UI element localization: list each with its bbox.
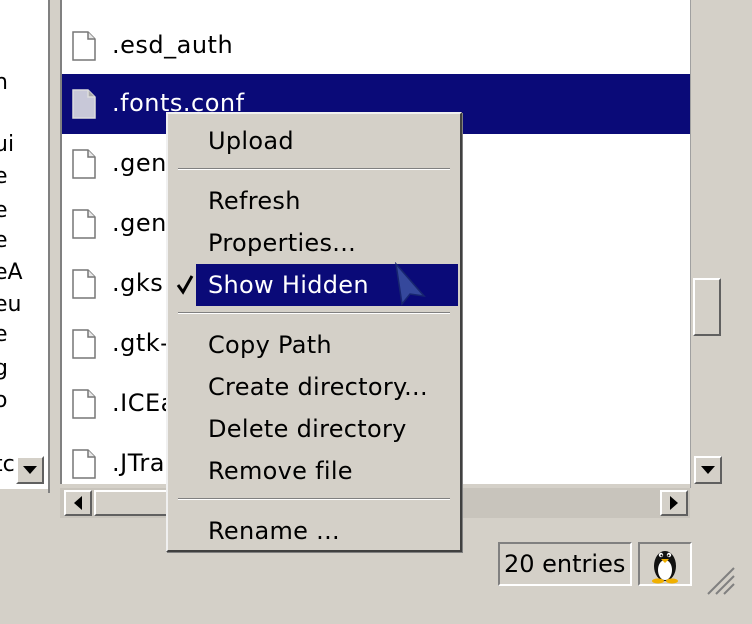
left-panel-text: ui [0,132,15,157]
menu-item-remove-file[interactable]: Remove file [196,450,458,492]
left-panel-text: e [0,324,8,346]
menu-item-label: Copy Path [208,331,332,359]
menu-separator [178,498,450,500]
scroll-left-button[interactable] [64,490,92,516]
left-scroll-down-button[interactable] [16,456,44,484]
menu-separator [178,312,450,314]
left-panel-text: g [0,358,8,380]
left-horizontal-scrollbar[interactable] [0,488,48,519]
vertical-scrollbar[interactable] [690,0,725,488]
menu-item-rename[interactable]: Rename ... [196,510,458,552]
scroll-down-button[interactable] [694,456,722,484]
file-icon [72,389,96,419]
left-panel-text: n [0,72,8,94]
checkmark-icon [176,275,194,295]
menu-item-copy-path[interactable]: Copy Path [196,324,458,366]
file-name: .gtk- [112,329,170,357]
left-file-panel[interactable]: n e ui e e eA eu e g o tc [0,0,50,493]
menu-item-delete-directory[interactable]: Delete directory [196,408,458,450]
file-icon [72,269,96,299]
menu-separator [178,168,450,170]
left-panel-text: eu [0,292,22,317]
file-name: .esd_auth [112,31,234,59]
tux-penguin-icon [652,551,678,584]
horizontal-scroll-thumb[interactable] [94,490,174,516]
menu-item-label: Refresh [208,187,301,215]
menu-item-label: Create directory... [208,373,428,401]
menu-item-label: Remove file [208,457,353,485]
chevron-down-icon [23,466,37,474]
file-icon [72,449,96,479]
context-menu: Upload Refresh Properties... Show Hidden… [166,112,462,552]
menu-item-label: Upload [208,127,294,155]
menu-item-create-directory[interactable]: Create directory... [196,366,458,408]
left-panel-text: e [0,200,8,222]
left-panel-text: e [0,166,8,188]
scroll-right-button[interactable] [660,490,688,516]
file-icon [72,209,96,239]
menu-item-label: Properties... [208,229,357,257]
menu-item-upload[interactable]: Upload [196,120,458,162]
file-icon [72,149,96,179]
left-panel-text: o [0,390,7,412]
left-panel-text: eA [0,260,23,285]
mouse-pointer-icon [394,262,426,306]
menu-item-refresh[interactable]: Refresh [196,180,458,222]
chevron-left-icon [74,496,82,510]
resize-grip-icon[interactable] [700,560,736,596]
left-panel-text: tc [0,452,15,477]
file-icon [72,329,96,359]
menu-item-label: Rename ... [208,517,340,545]
menu-item-properties[interactable]: Properties... [196,222,458,264]
file-name: .gen [112,149,167,177]
vertical-scroll-thumb[interactable] [693,278,721,336]
chevron-right-icon [670,496,678,510]
file-icon [72,31,96,61]
tux-status-box [638,542,692,586]
file-icon [72,89,96,119]
file-row[interactable]: .esd_auth [62,16,692,76]
file-name: .gks [112,269,164,297]
menu-item-label: Show Hidden [208,271,369,299]
file-name: .gen [112,209,167,237]
left-panel-text: e [0,230,8,252]
entries-count: 20 entries [498,542,632,586]
menu-item-label: Delete directory [208,415,407,443]
chevron-down-icon [701,466,715,474]
